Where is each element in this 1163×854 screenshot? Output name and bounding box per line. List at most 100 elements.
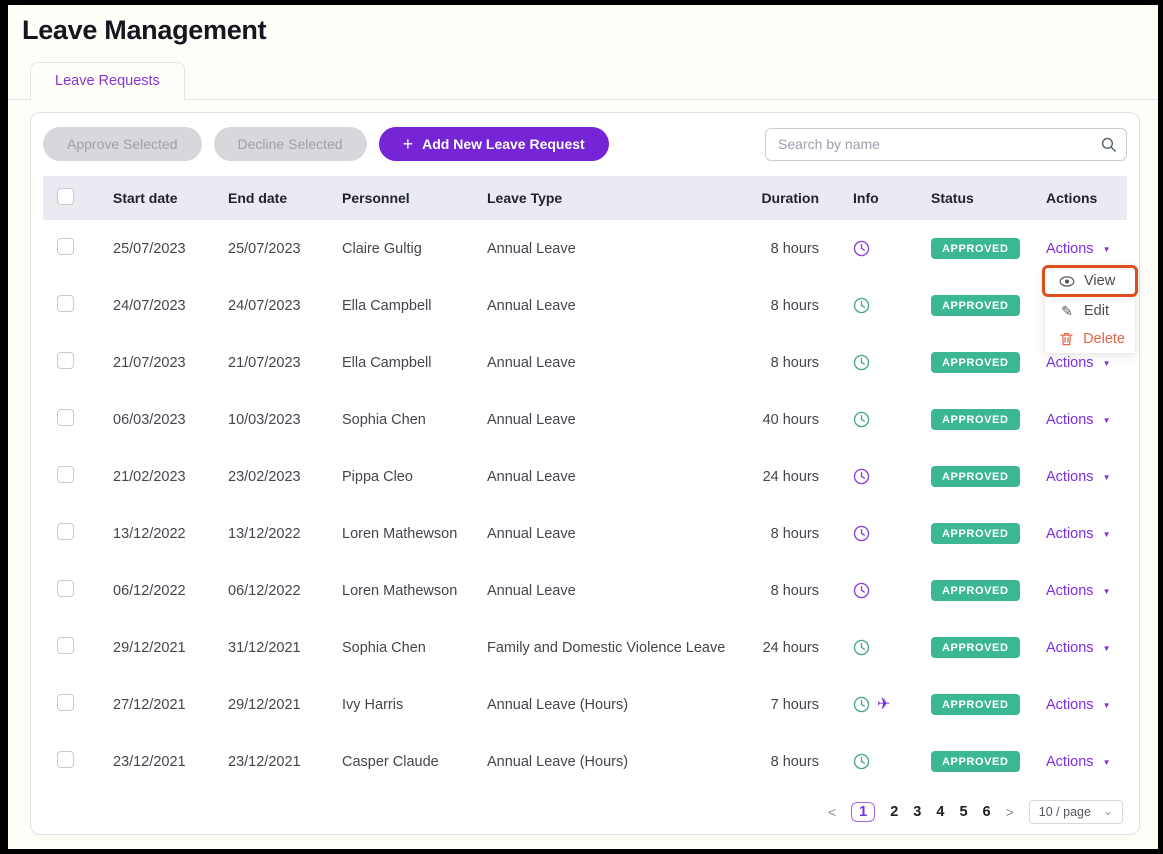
col-personnel: Personnel bbox=[342, 190, 487, 206]
status-badge: APPROVED bbox=[931, 580, 1020, 601]
actions-button[interactable]: Actions ▼ bbox=[1046, 583, 1110, 599]
personnel-name: Ivy Harris bbox=[342, 697, 487, 713]
row-checkbox[interactable] bbox=[57, 580, 74, 597]
table-row: 23/12/2021 23/12/2021 Casper Claude Annu… bbox=[43, 733, 1127, 790]
row-checkbox[interactable] bbox=[57, 295, 74, 312]
leave-type: Annual Leave (Hours) bbox=[487, 697, 755, 713]
decline-selected-button[interactable]: Decline Selected bbox=[214, 127, 367, 161]
actions-button[interactable]: Actions ▼ bbox=[1046, 355, 1110, 371]
table-row: 24/07/2023 24/07/2023 Ella Campbell Annu… bbox=[43, 277, 1127, 334]
add-new-leave-request-button[interactable]: + Add New Leave Request bbox=[379, 127, 609, 161]
duration: 8 hours bbox=[755, 754, 843, 770]
page-6[interactable]: 6 bbox=[983, 804, 991, 820]
select-all-checkbox[interactable] bbox=[57, 188, 74, 205]
start-date: 06/03/2023 bbox=[113, 412, 228, 428]
status-badge: APPROVED bbox=[931, 238, 1020, 259]
row-checkbox[interactable] bbox=[57, 238, 74, 255]
clock-icon[interactable] bbox=[853, 753, 870, 770]
leave-type: Annual Leave bbox=[487, 241, 755, 257]
duration: 8 hours bbox=[755, 241, 843, 257]
page-5[interactable]: 5 bbox=[959, 804, 967, 820]
status-badge: APPROVED bbox=[931, 523, 1020, 544]
plane-icon[interactable]: ✈ bbox=[877, 697, 890, 713]
row-checkbox[interactable] bbox=[57, 694, 74, 711]
menu-item-view[interactable]: View bbox=[1042, 265, 1138, 297]
start-date: 06/12/2022 bbox=[113, 583, 228, 599]
row-checkbox[interactable] bbox=[57, 637, 74, 654]
col-start-date: Start date bbox=[113, 190, 228, 206]
actions-button-label: Actions bbox=[1046, 241, 1094, 257]
page-3[interactable]: 3 bbox=[913, 804, 921, 820]
leave-type: Annual Leave bbox=[487, 526, 755, 542]
info-cell: ✈ bbox=[843, 240, 923, 257]
row-checkbox[interactable] bbox=[57, 409, 74, 426]
page-2[interactable]: 2 bbox=[890, 804, 898, 820]
actions-button[interactable]: Actions ▼ bbox=[1046, 697, 1110, 713]
duration: 24 hours bbox=[755, 469, 843, 485]
start-date: 25/07/2023 bbox=[113, 241, 228, 257]
actions-button[interactable]: Actions ▼ bbox=[1046, 526, 1110, 542]
table-row: 21/07/2023 21/07/2023 Ella Campbell Annu… bbox=[43, 334, 1127, 391]
duration: 8 hours bbox=[755, 355, 843, 371]
clock-icon[interactable] bbox=[853, 639, 870, 656]
page-4[interactable]: 4 bbox=[936, 804, 944, 820]
page-size-select[interactable]: 10 / page ⌄ bbox=[1029, 800, 1123, 824]
approve-selected-button[interactable]: Approve Selected bbox=[43, 127, 202, 161]
col-actions: Actions bbox=[1036, 190, 1127, 206]
clock-icon[interactable] bbox=[853, 240, 870, 257]
table-row: 27/12/2021 29/12/2021 Ivy Harris Annual … bbox=[43, 676, 1127, 733]
leave-type: Family and Domestic Violence Leave bbox=[487, 640, 755, 656]
start-date: 23/12/2021 bbox=[113, 754, 228, 770]
start-date: 24/07/2023 bbox=[113, 298, 228, 314]
caret-down-icon: ▼ bbox=[1103, 472, 1111, 482]
actions-button[interactable]: Actions ▼ bbox=[1046, 469, 1110, 485]
actions-button-label: Actions bbox=[1046, 640, 1094, 656]
clock-icon[interactable] bbox=[853, 525, 870, 542]
table-row: 29/12/2021 31/12/2021 Sophia Chen Family… bbox=[43, 619, 1127, 676]
personnel-name: Claire Gultig bbox=[342, 241, 487, 257]
row-checkbox[interactable] bbox=[57, 751, 74, 768]
duration: 40 hours bbox=[755, 412, 843, 428]
row-checkbox[interactable] bbox=[57, 352, 74, 369]
row-checkbox[interactable] bbox=[57, 466, 74, 483]
next-page-button[interactable]: > bbox=[1006, 804, 1014, 820]
status-badge: APPROVED bbox=[931, 409, 1020, 430]
col-status: Status bbox=[923, 190, 1036, 206]
clock-icon[interactable] bbox=[853, 297, 870, 314]
row-checkbox[interactable] bbox=[57, 523, 74, 540]
personnel-name: Sophia Chen bbox=[342, 640, 487, 656]
table-row: 21/02/2023 23/02/2023 Pippa Cleo Annual … bbox=[43, 448, 1127, 505]
actions-button[interactable]: Actions ▼ bbox=[1046, 640, 1110, 656]
clock-icon[interactable] bbox=[853, 582, 870, 599]
personnel-name: Ella Campbell bbox=[342, 298, 487, 314]
clock-icon[interactable] bbox=[853, 696, 870, 713]
menu-item-delete[interactable]: Delete bbox=[1045, 325, 1135, 353]
actions-button[interactable]: Actions ▼ bbox=[1046, 412, 1110, 428]
clock-icon[interactable] bbox=[853, 411, 870, 428]
personnel-name: Loren Mathewson bbox=[342, 526, 487, 542]
info-cell: ✈ bbox=[843, 696, 923, 713]
table-row: 06/03/2023 10/03/2023 Sophia Chen Annual… bbox=[43, 391, 1127, 448]
search-icon[interactable] bbox=[1100, 136, 1117, 158]
actions-button[interactable]: Actions ▼ bbox=[1046, 241, 1110, 257]
info-cell: ✈ bbox=[843, 411, 923, 428]
clock-icon[interactable] bbox=[853, 468, 870, 485]
plus-icon: + bbox=[403, 135, 414, 153]
chevron-down-icon: ⌄ bbox=[1103, 808, 1113, 815]
caret-down-icon: ▼ bbox=[1103, 244, 1111, 254]
status-badge: APPROVED bbox=[931, 466, 1020, 487]
search-input[interactable] bbox=[765, 128, 1127, 161]
leave-type: Annual Leave bbox=[487, 298, 755, 314]
menu-item-edit[interactable]: ✎ Edit bbox=[1045, 297, 1135, 325]
tab-leave-requests[interactable]: Leave Requests bbox=[30, 62, 185, 100]
app-window: Leave Management Leave Requests Approve … bbox=[0, 0, 1163, 854]
page-1[interactable]: 1 bbox=[851, 802, 875, 822]
start-date: 27/12/2021 bbox=[113, 697, 228, 713]
actions-button[interactable]: Actions ▼ bbox=[1046, 754, 1110, 770]
start-date: 21/07/2023 bbox=[113, 355, 228, 371]
search-box bbox=[765, 128, 1127, 161]
clock-icon[interactable] bbox=[853, 354, 870, 371]
caret-down-icon: ▼ bbox=[1103, 700, 1111, 710]
prev-page-button[interactable]: < bbox=[828, 804, 836, 820]
menu-item-edit-label: Edit bbox=[1084, 303, 1109, 319]
